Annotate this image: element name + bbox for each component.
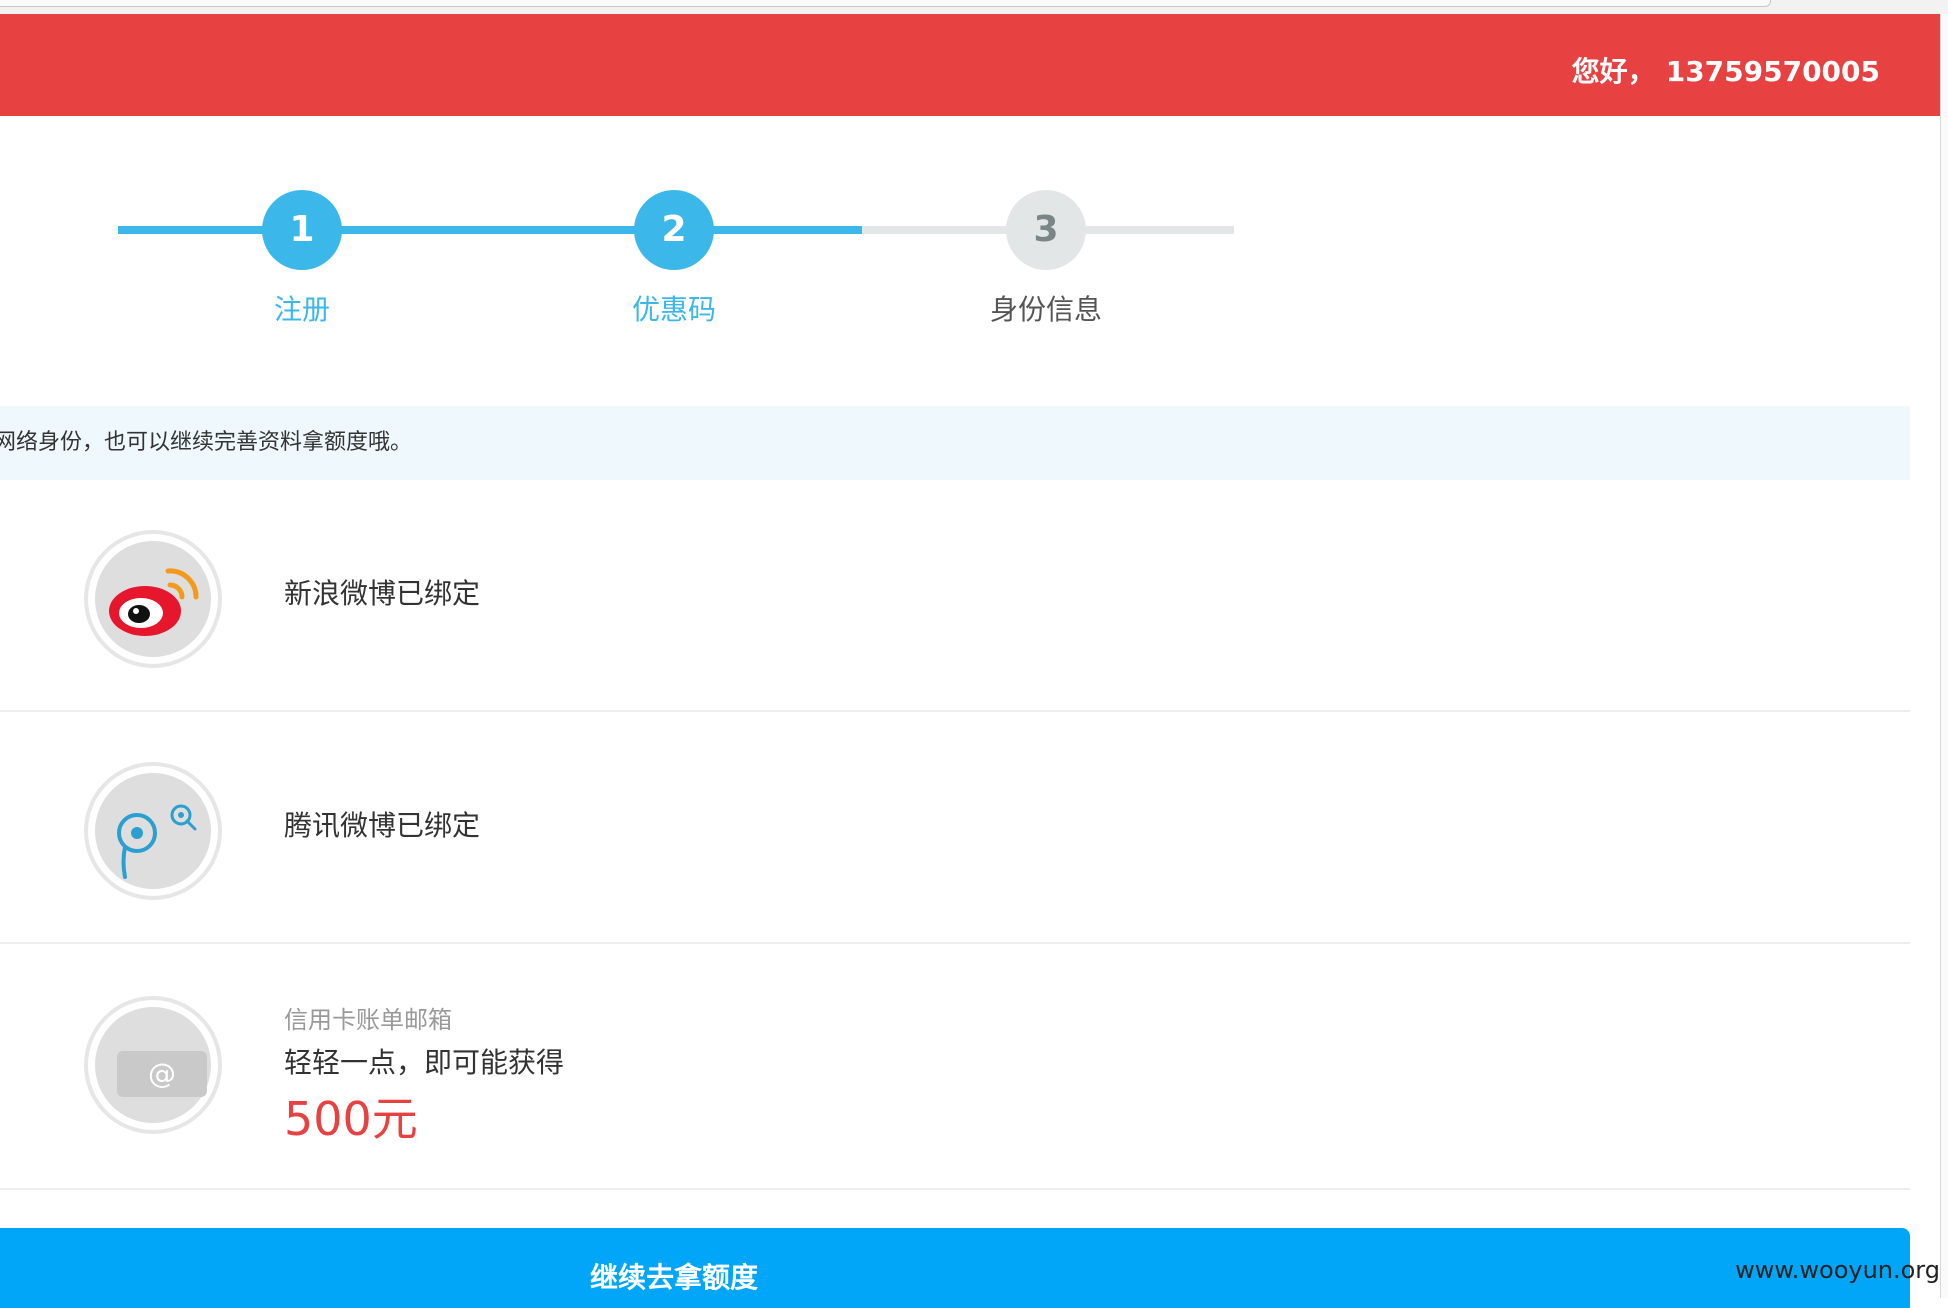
watermark: www.wooyun.org bbox=[1735, 1256, 1940, 1284]
email-offer-amount: 500元 bbox=[284, 1092, 418, 1146]
greeting-text: 您好， bbox=[1571, 55, 1656, 88]
tencent-weibo-status: 腾讯微博已绑定 bbox=[284, 809, 481, 842]
user-greeting: 您好， 13759570005 bbox=[1572, 50, 1880, 90]
step-1-circle: 1 bbox=[262, 190, 342, 270]
sina-weibo-icon bbox=[95, 541, 211, 657]
email-offer-text: 信用卡账单邮箱 轻轻一点，即可能获得 500元 bbox=[284, 1000, 564, 1149]
continue-button-label: 继续去拿额度 bbox=[590, 1261, 759, 1294]
binding-row-tencent-weibo: 腾讯微博已绑定 bbox=[0, 712, 1910, 944]
tencent-weibo-icon bbox=[95, 773, 211, 889]
stepper-track-completed bbox=[118, 226, 862, 234]
binding-row-sina-weibo: 新浪微博已绑定 bbox=[0, 480, 1910, 712]
step-2-label: 优惠码 bbox=[631, 293, 716, 326]
email-offer-promo: 轻轻一点，即可能获得 bbox=[284, 1046, 565, 1079]
email-at-icon: @ bbox=[117, 1051, 207, 1097]
email-offer-title: 信用卡账单邮箱 bbox=[284, 1006, 452, 1034]
email-avatar[interactable]: @ bbox=[84, 996, 222, 1134]
sina-weibo-avatar[interactable] bbox=[84, 530, 222, 668]
site-header: 您好， 13759570005 bbox=[0, 14, 1940, 116]
email-offer-row[interactable]: @ 信用卡账单邮箱 轻轻一点，即可能获得 500元 bbox=[0, 944, 1910, 1190]
tencent-weibo-avatar[interactable] bbox=[84, 762, 222, 900]
browser-top-strip bbox=[0, 0, 1948, 14]
window-right-edge bbox=[1940, 14, 1948, 1298]
info-banner-text: 网络身份，也可以继续完善资料拿额度哦。 bbox=[0, 430, 413, 455]
step-1-label: 注册 bbox=[273, 293, 330, 326]
browser-url-bar-edge bbox=[0, 0, 1771, 7]
info-banner: 网络身份，也可以继续完善资料拿额度哦。 bbox=[0, 406, 1910, 480]
sina-weibo-status: 新浪微博已绑定 bbox=[284, 577, 481, 610]
step-2-circle: 2 bbox=[634, 190, 714, 270]
step-3-circle: 3 bbox=[1006, 190, 1086, 270]
progress-stepper: 1 注册 2 优惠码 3 身份信息 bbox=[0, 180, 1300, 340]
continue-button[interactable]: 继续去拿额度 bbox=[0, 1228, 1910, 1308]
step-3-label: 身份信息 bbox=[989, 293, 1102, 326]
user-phone[interactable]: 13759570005 bbox=[1666, 55, 1880, 88]
email-avatar-inner: @ bbox=[95, 1007, 211, 1123]
